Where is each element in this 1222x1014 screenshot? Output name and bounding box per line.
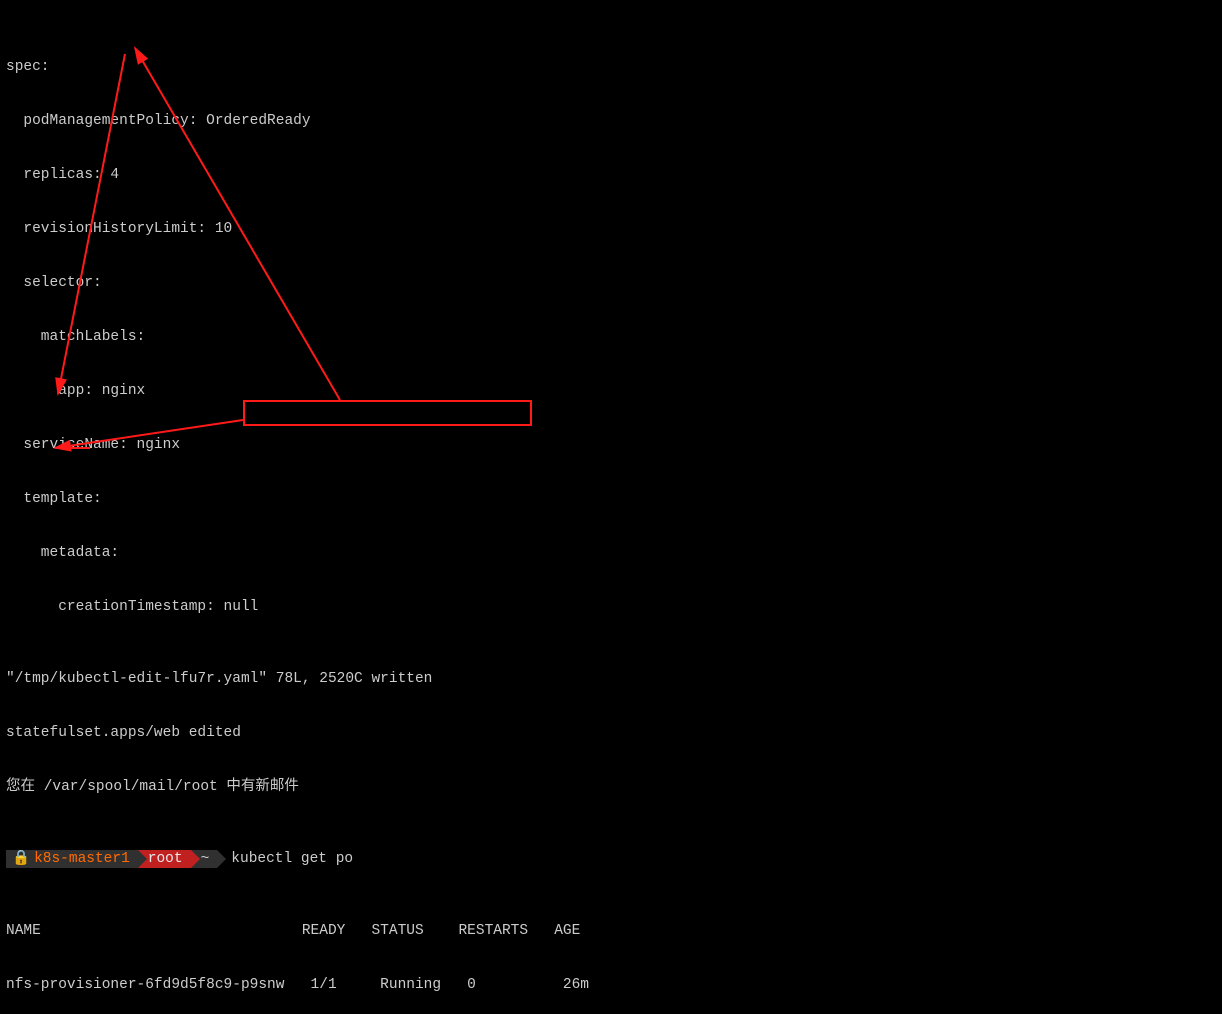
edit-result: statefulset.apps/web edited bbox=[6, 724, 1216, 742]
yaml-line: selector: bbox=[6, 274, 1216, 292]
table-row: nfs-provisioner-6fd9d5f8c9-p9snw 1/1 Run… bbox=[6, 976, 1216, 994]
yaml-line: template: bbox=[6, 490, 1216, 508]
yaml-line-replicas: replicas: 4 bbox=[6, 166, 1216, 184]
yaml-line: podManagementPolicy: OrderedReady bbox=[6, 112, 1216, 130]
highlight-box bbox=[243, 400, 532, 426]
yaml-line: creationTimestamp: null bbox=[6, 598, 1216, 616]
yaml-line: revisionHistoryLimit: 10 bbox=[6, 220, 1216, 238]
host-label: k8s-master1 bbox=[34, 850, 130, 868]
pods-header: NAME READY STATUS RESTARTS AGE bbox=[6, 922, 1216, 940]
lock-icon: 🔒 bbox=[12, 850, 30, 868]
yaml-line: metadata: bbox=[6, 544, 1216, 562]
yaml-line: spec: bbox=[6, 58, 1216, 76]
mail-notice: 您在 /var/spool/mail/root 中有新邮件 bbox=[6, 778, 1216, 796]
prompt-host: 🔒k8s-master1 bbox=[6, 850, 138, 868]
terminal: spec: podManagementPolicy: OrderedReady … bbox=[0, 0, 1222, 1014]
yaml-line: app: nginx bbox=[6, 382, 1216, 400]
yaml-line: serviceName: nginx bbox=[6, 436, 1216, 454]
prompt-1[interactable]: 🔒k8s-master1 root ~ kubectl get po bbox=[6, 850, 1216, 868]
command-get-po: kubectl get po bbox=[217, 850, 353, 868]
yaml-line: matchLabels: bbox=[6, 328, 1216, 346]
vim-write-msg: "/tmp/kubectl-edit-lfu7r.yaml" 78L, 2520… bbox=[6, 670, 1216, 688]
